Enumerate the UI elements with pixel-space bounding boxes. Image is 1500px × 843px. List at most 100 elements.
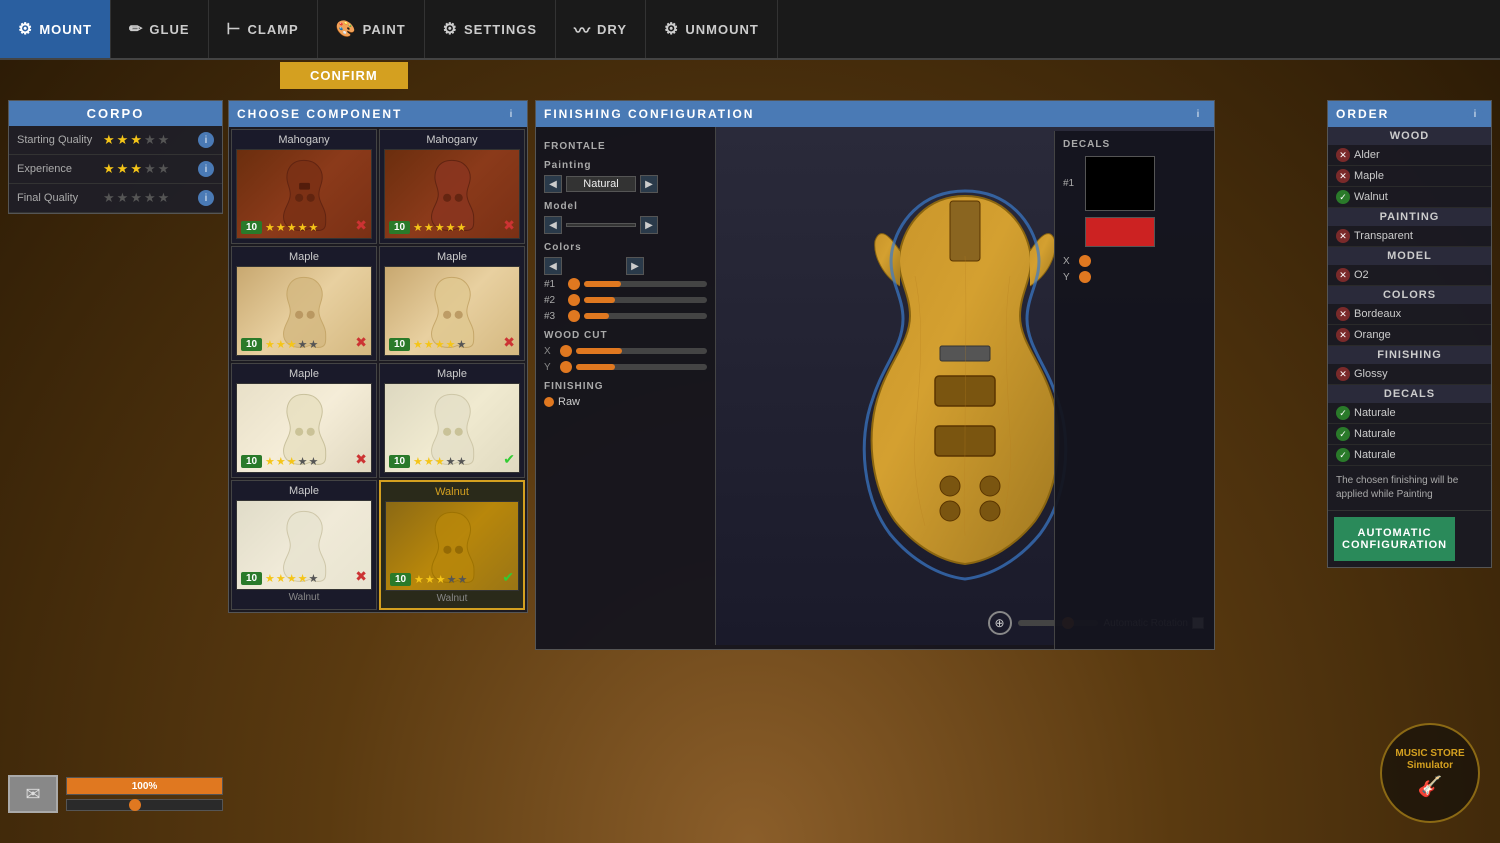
component-card-6[interactable]: Maple 10 ★★★★★ ✖ Walnut <box>231 480 377 610</box>
card-badge-1: 10 <box>389 221 410 234</box>
order-bordeaux-text: Bordeaux <box>1354 308 1401 320</box>
toolbar-dry[interactable]: 〰 DRY <box>556 0 646 58</box>
card-img-0: 10 ★★★★★ ✖ <box>236 149 372 239</box>
component-card-1[interactable]: Mahogany 10 ★★★★★ ✖ <box>379 129 525 244</box>
confirm-button[interactable]: CONFIRM <box>280 62 408 89</box>
woodcut-x-track[interactable] <box>576 348 707 354</box>
experience-stars: ★ ★ ★ ★ ★ <box>103 161 169 177</box>
card-badge-4: 10 <box>241 455 262 468</box>
star2: ★ <box>117 132 129 148</box>
progress-slider[interactable] <box>66 799 223 811</box>
component-card-7[interactable]: Walnut 10 ★★★★★ ✔ Walnut <box>379 480 525 610</box>
finishing-title: FINISHING CONFIGURATION <box>544 107 754 121</box>
settings-label: SETTINGS <box>464 22 537 37</box>
envelope-icon: ✉ <box>8 775 58 813</box>
order-orange-text: Orange <box>1354 329 1391 341</box>
order-transparent: ✕ Transparent <box>1328 226 1491 247</box>
order-glossy-check: ✕ <box>1336 367 1350 381</box>
component-card-4[interactable]: Maple 10 ★★★★★ ✖ <box>231 363 377 478</box>
card-stars-3: ★★★★★ <box>413 338 466 351</box>
final-quality-info[interactable]: i <box>198 190 214 206</box>
decals-title: DECALS <box>1063 139 1206 150</box>
card-stars-5: ★★★★★ <box>413 455 466 468</box>
unmount-label: UNMOUNT <box>685 22 758 37</box>
decal-xy: X Y <box>1063 255 1206 283</box>
color-track-1[interactable] <box>584 281 707 287</box>
exp-star5: ★ <box>158 161 170 177</box>
star3: ★ <box>130 132 142 148</box>
order-naturale-3-check: ✓ <box>1336 448 1350 462</box>
colors-title: Colors <box>544 242 707 253</box>
bottom-hud: ✉ 100% <box>8 775 223 813</box>
rotation-icon: ⊕ <box>988 611 1012 635</box>
order-transparent-check: ✕ <box>1336 229 1350 243</box>
woodcut-y-row: Y <box>544 361 707 373</box>
experience-row: Experience ★ ★ ★ ★ ★ i <box>9 155 222 184</box>
starting-quality-info[interactable]: i <box>198 132 214 148</box>
order-walnut-text: Walnut <box>1354 191 1388 203</box>
card-action-1: ✖ <box>503 217 515 234</box>
card-name-7: Walnut <box>385 486 519 498</box>
colors-prev[interactable]: ◀ <box>544 257 562 275</box>
color-track-2[interactable] <box>584 297 707 303</box>
decal-x-row: X <box>1063 255 1206 267</box>
mount-icon: ⚙ <box>18 19 33 39</box>
dry-icon: 〰 <box>574 17 591 41</box>
card-name-3: Maple <box>384 251 520 263</box>
toolbar-mount[interactable]: ⚙ MOUNT <box>0 0 111 58</box>
components-grid: Mahogany 10 ★★★★★ ✖ Mahogany <box>229 127 527 612</box>
woodcut-y-label: Y <box>544 362 556 373</box>
decal-preview-row-2 <box>1063 217 1206 247</box>
starting-quality-row: Starting Quality ★ ★ ★ ★ ★ i <box>9 126 222 155</box>
paint-icon: 🎨 <box>336 19 357 39</box>
experience-info[interactable]: i <box>198 161 214 177</box>
card-name-1: Mahogany <box>384 134 520 146</box>
finishing-info-btn[interactable]: i <box>1190 106 1206 122</box>
fq-star2: ★ <box>117 190 129 206</box>
painting-prev[interactable]: ◀ <box>544 175 562 193</box>
component-card-2[interactable]: Maple 10 ★★★★★ ✖ <box>231 246 377 361</box>
card-action-3: ✖ <box>503 334 515 351</box>
frontale-label: FRONTALE <box>544 141 707 152</box>
component-card-5[interactable]: Maple 10 ★★★★★ ✔ <box>379 363 525 478</box>
toolbar-clamp[interactable]: ⊢ CLAMP <box>209 0 318 58</box>
order-info-btn[interactable]: i <box>1467 106 1483 122</box>
order-maple-text: Maple <box>1354 170 1384 182</box>
card-footer-6: Walnut <box>236 592 372 603</box>
order-alder-text: Alder <box>1354 149 1380 161</box>
component-panel-info[interactable]: i <box>503 106 519 122</box>
toolbar-paint[interactable]: 🎨 PAINT <box>318 0 425 58</box>
card-stars-7: ★★★★★ <box>414 573 467 586</box>
painting-next[interactable]: ▶ <box>640 175 658 193</box>
toolbar-settings[interactable]: ⚙ SETTINGS <box>425 0 556 58</box>
card-footer-7: Walnut <box>385 593 519 604</box>
component-card-3[interactable]: Maple 10 ★★★★★ ✖ <box>379 246 525 361</box>
card-img-3: 10 ★★★★★ ✖ <box>384 266 520 356</box>
exp-star1: ★ <box>103 161 115 177</box>
woodcut-x-dot <box>560 345 572 357</box>
model-prev[interactable]: ◀ <box>544 216 562 234</box>
card-img-4: 10 ★★★★★ ✖ <box>236 383 372 473</box>
decals-section: DECALS #1 X Y <box>1054 131 1214 649</box>
order-alder-check: ✕ <box>1336 148 1350 162</box>
model-control: ◀ ▶ <box>544 216 707 234</box>
toolbar-glue[interactable]: ✏ GLUE <box>111 0 209 58</box>
model-title: Model <box>544 201 707 212</box>
model-next[interactable]: ▶ <box>640 216 658 234</box>
auto-config-button[interactable]: AUTOMATIC CONFIGURATION <box>1334 517 1455 561</box>
card-name-4: Maple <box>236 368 372 380</box>
woodcut-y-track[interactable] <box>576 364 707 370</box>
decal-y-row: Y <box>1063 271 1206 283</box>
colors-control: ◀ ▶ <box>544 257 707 275</box>
order-header: ORDER i <box>1328 101 1491 127</box>
logo: MUSIC STORESimulator 🎸 <box>1380 723 1480 823</box>
order-walnut: ✓ Walnut <box>1328 187 1491 208</box>
toolbar-unmount[interactable]: ⚙ UNMOUNT <box>646 0 778 58</box>
order-decals-title: DECALS <box>1328 385 1491 403</box>
colors-next[interactable]: ▶ <box>626 257 644 275</box>
color-track-3[interactable] <box>584 313 707 319</box>
component-card-0[interactable]: Mahogany 10 ★★★★★ ✖ <box>231 129 377 244</box>
card-name-0: Mahogany <box>236 134 372 146</box>
exp-star4: ★ <box>144 161 156 177</box>
order-title: ORDER <box>1336 107 1389 121</box>
